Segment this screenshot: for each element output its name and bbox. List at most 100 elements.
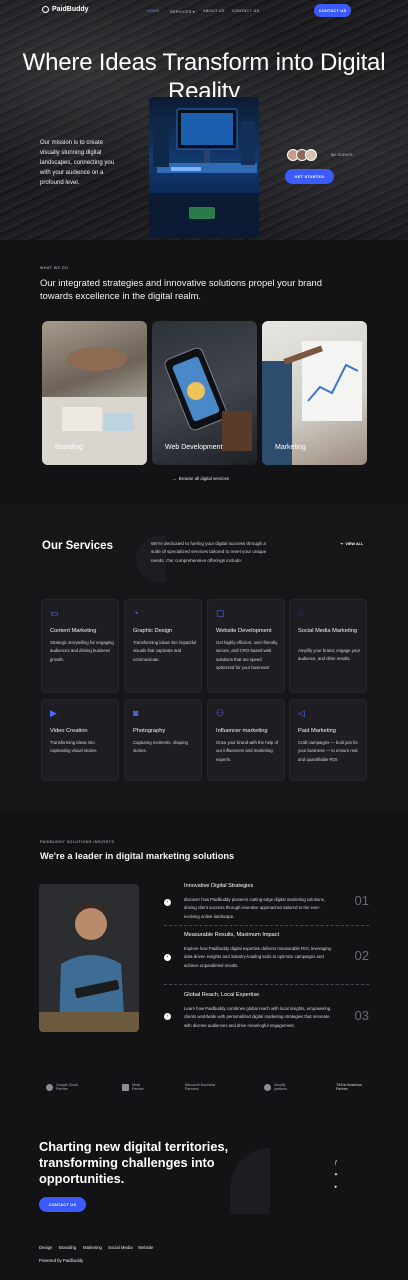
service-card-paid-marketing[interactable]: ◁ Paid Marketing Craft campaigns — built… (289, 699, 367, 781)
footer-link-social-media[interactable]: Social Media (108, 1245, 133, 1250)
partner-name: Google Cloud Partner (56, 1083, 78, 1091)
service-desc: Grow your brand with the help of our inf… (216, 740, 279, 762)
partner-name: Meta Partner (132, 1083, 144, 1091)
youtube-icon[interactable]: ▸ (333, 1184, 339, 1190)
portfolio-card-marketing[interactable]: Marketing (262, 321, 367, 465)
feature-number: 01 (354, 893, 369, 908)
nav-contact[interactable]: CONTACT US (232, 9, 259, 13)
footer-link-website[interactable]: Website (138, 1245, 153, 1250)
what-we-do-lead: Our integrated strategies and innovative… (40, 277, 322, 301)
what-we-do-eyebrow: WHAT WE DO (40, 266, 69, 270)
feature-title: Innovative Digital Strategies (184, 883, 254, 889)
portfolio-card-web-development[interactable]: Web Development (152, 321, 257, 465)
hero-image (149, 97, 259, 238)
feature-title: Measurable Results, Maximum Impact (184, 932, 280, 938)
portfolio-card-branding[interactable]: Branding (42, 321, 147, 465)
shopify-icon (264, 1083, 271, 1091)
footer-link-branding[interactable]: Branding (59, 1245, 76, 1250)
service-card-photography[interactable]: ◙ Photography Capturing moments, shaping… (124, 699, 202, 781)
chat-bubble-icon: ◌ (298, 608, 304, 618)
service-title: Influencer marketing (216, 728, 268, 734)
client-avatars (287, 149, 317, 161)
service-card-social-media[interactable]: ◌ Social Media Marketing Amplify your br… (289, 599, 367, 693)
facebook-icon[interactable]: ƒ (333, 1160, 339, 1166)
service-card-website-development[interactable]: ▢ Website Development Get highly efficie… (207, 599, 285, 693)
partner-name: shopify partners (274, 1083, 288, 1091)
meta-icon (122, 1083, 129, 1091)
nav-services-label: SERVICES (170, 10, 192, 14)
service-title: Video Creation (50, 728, 88, 734)
service-desc: Strategic storytelling for engaging audi… (50, 640, 114, 662)
service-title: Photography (133, 728, 166, 734)
video-icon: ▶ (50, 708, 57, 718)
footer-link-marketing[interactable]: Marketing (83, 1245, 102, 1250)
feature-number: 03 (354, 1008, 369, 1023)
nav-contact-button[interactable]: CONTACT US (314, 4, 351, 17)
logo[interactable]: PaidBuddy (42, 6, 89, 13)
partner-logo-meta: Meta Partner (122, 1083, 152, 1091)
logo-text: PaidBuddy (52, 6, 89, 13)
services-desc: We're dedicated to fueling your digital … (151, 541, 267, 563)
hero-text: Our mission is to create visually stunni… (40, 140, 115, 186)
cta-title: Charting new digital territories, transf… (39, 1139, 229, 1186)
divider (164, 984, 369, 985)
partner-logo-shopify: shopify partners (264, 1083, 294, 1091)
partner-name: TikTok Business Partner (336, 1083, 362, 1091)
clients-count: 5k+ CLIENTS (331, 153, 353, 157)
powered-by: Powered by Paidbuddy (39, 1258, 84, 1263)
leader-image (39, 884, 139, 1032)
feature-number: 02 (354, 948, 369, 963)
browse-label: Browse all digital services (178, 476, 230, 481)
logo-icon (42, 6, 49, 13)
card-label: Web Development (165, 444, 223, 451)
service-card-content-marketing[interactable]: ▭ Content Marketing Strategic storytelli… (41, 599, 119, 693)
services-title: Our Services (42, 540, 113, 552)
service-title: Graphic Design (133, 628, 173, 634)
avatar (305, 149, 317, 161)
desktop-icon: ▢ (216, 608, 225, 618)
card-label: Marketing (275, 444, 306, 451)
service-desc: Get highly efficient, user-friendly, sec… (216, 640, 279, 671)
pie-chart-icon: ◔ (133, 608, 139, 618)
megaphone-icon: ◁ (298, 708, 305, 718)
footer-contact-button[interactable]: CONTACT US (39, 1197, 86, 1212)
service-desc: Amplify your brand, engage your audience… (298, 648, 361, 662)
workstation-illustration (149, 108, 259, 238)
partner-logo-tiktok: TikTok Business Partner (336, 1083, 368, 1091)
service-card-graphic-design[interactable]: ◔ Graphic Design Transforming ideas into… (124, 599, 202, 693)
feature-title: Global Reach, Local Expertise (184, 992, 260, 998)
arrow-right-icon: → (172, 476, 177, 481)
get-started-button[interactable]: GET STARTED (285, 169, 334, 184)
view-all-link[interactable]: ➜ VIEW ALL (340, 541, 363, 546)
service-desc: Craft campaigns — built just for your bu… (298, 740, 358, 762)
camera-icon: ◙ (133, 708, 139, 718)
feature-desc: discover how Paidbuddy pioneers cutting-… (184, 897, 325, 919)
service-card-video-creation[interactable]: ▶ Video Creation Transforming ideas into… (41, 699, 119, 781)
man-with-tablet-illustration (39, 884, 139, 1032)
divider (164, 925, 369, 926)
chevron-down-icon: ▾ (192, 10, 196, 14)
leader-eyebrow: PAIDBUDDY SOLUTIONS INSIGHTS (40, 840, 115, 844)
arrow-right-icon: › (164, 1013, 171, 1020)
service-title: Website Development (216, 628, 272, 634)
service-desc: Capturing moments, shaping stories. (133, 740, 188, 754)
service-title: Paid Marketing (298, 728, 336, 734)
nav-home[interactable]: HOME (147, 9, 160, 13)
arrow-circle-icon: ➜ (340, 542, 344, 546)
monitor-icon: ▭ (50, 608, 59, 618)
hero-section: PaidBuddy HOME SERVICES ▾ ABOUT US CONTA… (0, 0, 408, 240)
partner-logo-google: Google Cloud Partner (46, 1083, 80, 1091)
service-card-influencer-marketing[interactable]: ⚇ Influencer marketing Grow your brand w… (207, 699, 285, 781)
arrow-right-icon: › (164, 899, 171, 906)
feature-desc: Learn how Paidbuddy combines global reac… (184, 1006, 331, 1028)
footer-link-design[interactable]: Design (39, 1245, 52, 1250)
feature-desc: Explore how Paidbuddy digital expertise … (184, 946, 331, 968)
top-nav: PaidBuddy HOME SERVICES ▾ ABOUT US CONTA… (0, 0, 408, 22)
browse-services-link[interactable]: → Browse all digital services (172, 476, 229, 481)
card-label: Branding (55, 444, 84, 451)
nav-about[interactable]: ABOUT US (203, 9, 225, 13)
service-title: Social Media Marketing (298, 628, 358, 634)
nav-services[interactable]: SERVICES ▾ (170, 9, 195, 14)
cloud-icon (46, 1083, 53, 1091)
twitter-icon[interactable]: ✦ (333, 1172, 339, 1178)
